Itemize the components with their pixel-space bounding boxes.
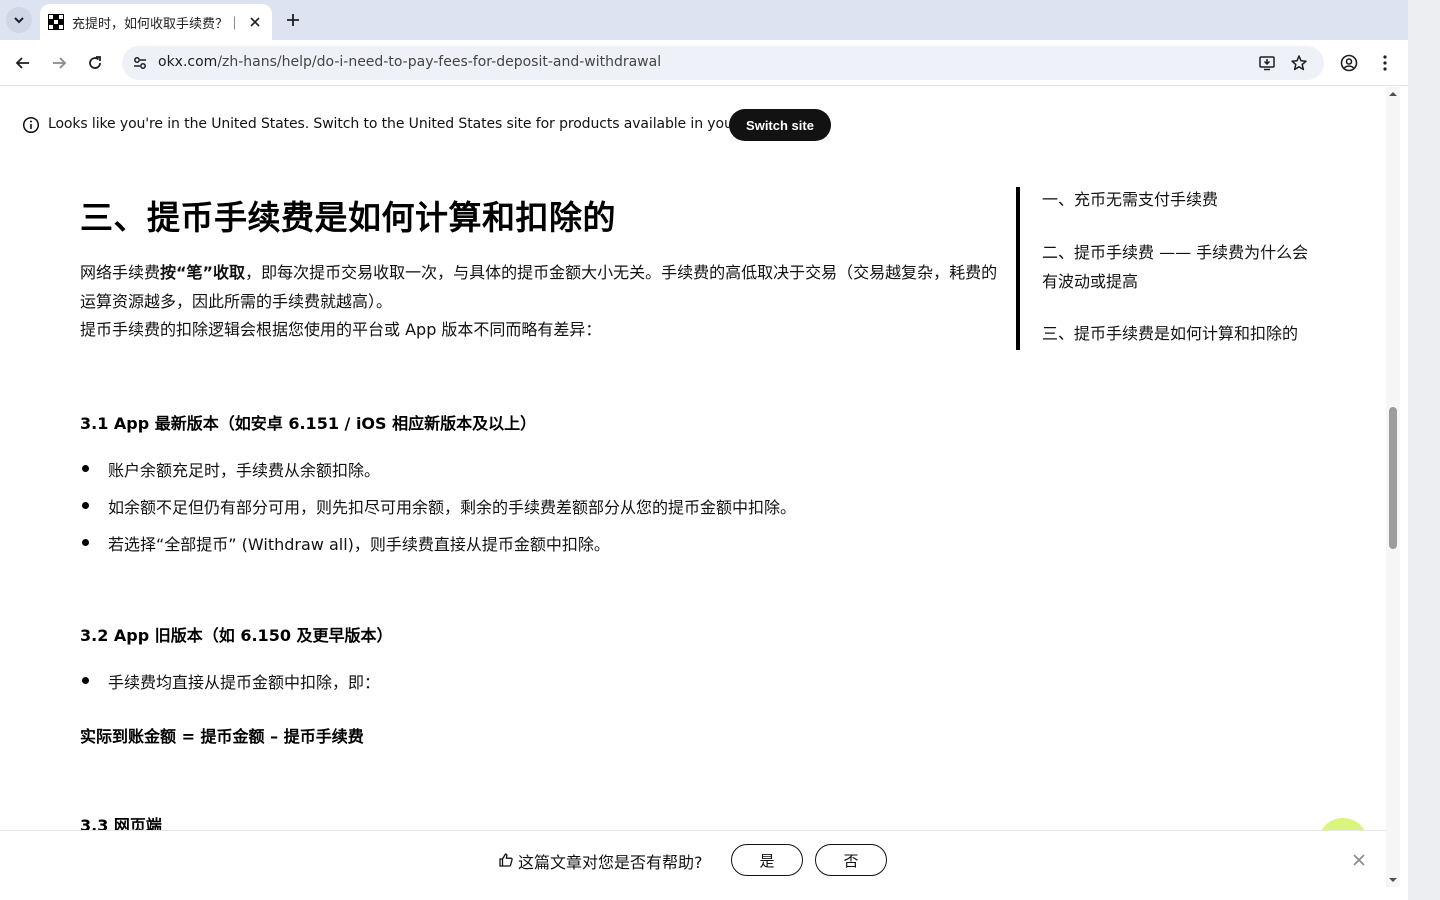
formula-text: 实际到账金额 = 提币金额 – 提币手续费 (80, 727, 364, 746)
subheading-3-2: 3.2 App 旧版本（如 6.150 及更早版本） (80, 626, 393, 645)
menu-dots-icon (1383, 55, 1387, 71)
tune-icon (134, 57, 146, 69)
reload-button[interactable] (83, 51, 107, 75)
para1-bold: 按“笔”收取 (160, 263, 246, 282)
scrollbar-thumb[interactable] (1389, 407, 1397, 549)
chevron-down-icon (14, 17, 24, 24)
url-path: /zh-hans/help/do-i-need-to-pay-fees-for-… (217, 54, 662, 70)
close-icon[interactable] (1350, 851, 1368, 869)
list-item-text: 手续费均直接从提币金额中扣除，即： (108, 673, 381, 692)
profile-button[interactable] (1337, 51, 1361, 75)
browser-toolbar: okx.com/zh-hans/help/do-i-need-to-pay-fe… (0, 40, 1408, 86)
bullet-dot (82, 465, 89, 472)
section-heading: 三、提币手续费是如何计算和扣除的 (80, 198, 616, 237)
back-arrow-icon (15, 57, 29, 69)
back-button[interactable] (11, 51, 35, 75)
subheading-3-1: 3.1 App 最新版本（如安卓 6.151 / iOS 相应新版本及以上） (80, 414, 537, 433)
paragraph-deduction-logic: 提币手续费的扣除逻辑会根据您使用的平台或 App 版本不同而略有差异： (80, 320, 602, 339)
list-item-text: 如余额不足但仍有部分可用，则先扣尽可用余额，剩余的手续费差额部分从您的提币金额中… (108, 498, 797, 517)
thumbs-up-icon (499, 853, 513, 867)
forward-button[interactable] (47, 51, 71, 75)
url-text: okx.com/zh-hans/help/do-i-need-to-pay-fe… (158, 54, 661, 70)
install-app-button[interactable] (1256, 52, 1278, 74)
bullet-dot (82, 539, 89, 546)
bookmark-button[interactable] (1288, 52, 1310, 74)
list-item-text: 若选择“全部提币” (Withdraw all)，则手续费直接从提币金额中扣除。 (108, 535, 610, 554)
paragraph-fee-intro: 网络手续费按“笔”收取，即每次提币交易收取一次，与具体的提币金额大小无关。手续费… (80, 258, 997, 287)
close-icon (250, 17, 260, 27)
browser-menu-button[interactable] (1373, 51, 1397, 75)
tab-title: 充提时，如何收取手续费？｜ (72, 16, 242, 32)
bullet-dot (82, 677, 89, 684)
scroll-up-arrow-icon[interactable] (1388, 89, 1398, 99)
site-info-button[interactable] (130, 53, 150, 73)
feedback-yes-button[interactable]: 是 (731, 844, 803, 876)
para1-post: ，即每次提币交易收取一次，与具体的提币金额大小无关。手续费的高低取决于交易（交易… (245, 263, 998, 282)
new-tab-button[interactable] (282, 9, 304, 31)
tab-list-button[interactable] (6, 7, 32, 33)
page-scrollbar[interactable] (1386, 87, 1400, 887)
plus-icon (287, 14, 299, 26)
region-banner: Looks like you're in the United States. … (0, 87, 1386, 163)
switch-site-button[interactable]: Switch site (729, 109, 831, 141)
toc-item-1[interactable]: 一、充币无需支付手续费 (1042, 185, 1312, 214)
reload-icon (89, 56, 101, 69)
feedback-no-button[interactable]: 否 (815, 844, 887, 876)
bullet-dot (82, 502, 89, 509)
okx-favicon-icon (48, 14, 64, 30)
url-host: okx.com (158, 54, 218, 70)
install-app-icon (1259, 56, 1275, 71)
address-bar[interactable]: okx.com/zh-hans/help/do-i-need-to-pay-fe… (122, 46, 1324, 80)
tab-strip: 充提时，如何收取手续费？｜ (0, 0, 1408, 40)
list-item-text: 账户余额充足时，手续费从余额扣除。 (108, 461, 381, 480)
para1-pre: 网络手续费 (80, 263, 161, 282)
info-icon (22, 116, 40, 134)
toc-item-2[interactable]: 二、提币手续费 —— 手续费为什么会有波动或提高 (1042, 238, 1312, 296)
toc-item-3[interactable]: 三、提币手续费是如何计算和扣除的 (1042, 319, 1312, 348)
table-of-contents: 一、充币无需支付手续费 二、提币手续费 —— 手续费为什么会有波动或提高 三、提… (1016, 187, 1316, 350)
scroll-down-arrow-icon[interactable] (1388, 875, 1398, 885)
star-icon (1291, 55, 1307, 71)
page-viewport: Looks like you're in the United States. … (0, 87, 1386, 887)
forward-arrow-icon (53, 57, 67, 69)
window-edge (1408, 0, 1440, 900)
browser-tab-active[interactable]: 充提时，如何收取手续费？｜ (40, 4, 272, 40)
feedback-bar: 这篇文章对您是否有帮助? 是 否 (0, 830, 1386, 887)
region-message: Looks like you're in the United States. … (48, 116, 791, 132)
feedback-question: 这篇文章对您是否有帮助? (518, 853, 703, 872)
tab-close-button[interactable] (246, 13, 264, 31)
profile-icon (1340, 54, 1358, 72)
paragraph-fee-intro-line2: 运算资源越多，因此所需的手续费就越高）。 (80, 292, 393, 311)
